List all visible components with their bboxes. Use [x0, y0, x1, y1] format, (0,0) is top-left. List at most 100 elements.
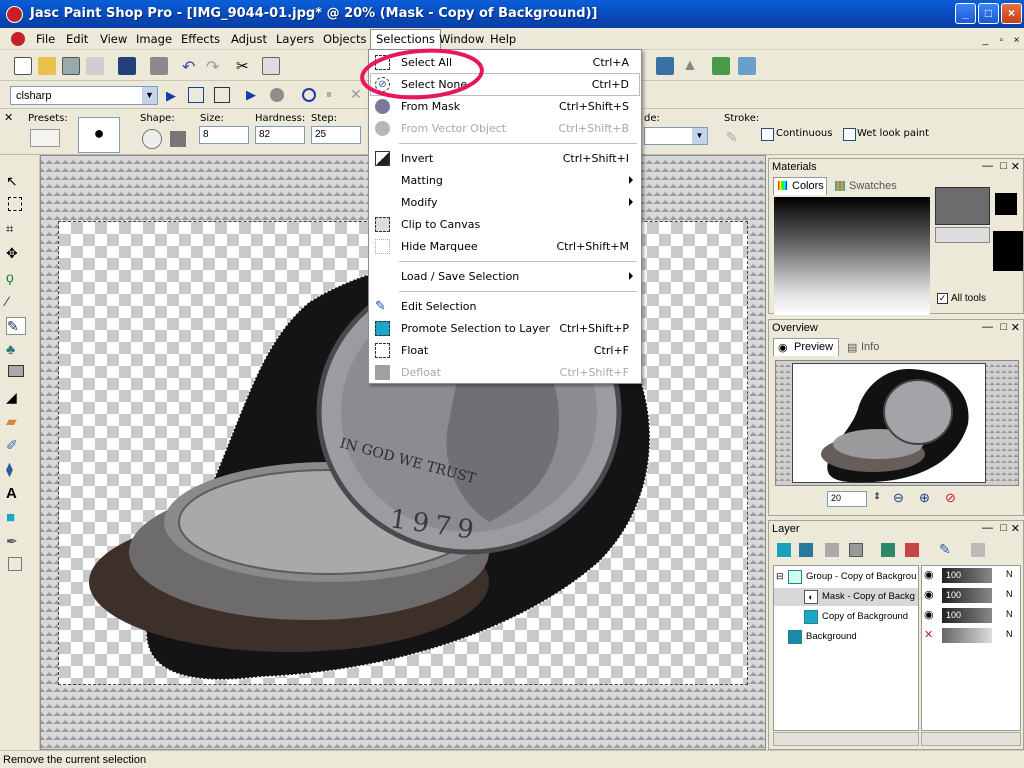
- new-raster-layer-icon[interactable]: [777, 543, 791, 557]
- blend-mode[interactable]: N: [1006, 629, 1013, 639]
- browse-icon[interactable]: [62, 57, 80, 75]
- copy-icon[interactable]: [262, 57, 280, 75]
- collapse-icon[interactable]: ⊟: [776, 571, 784, 582]
- pan-tool-icon[interactable]: ↖: [6, 173, 26, 191]
- mdi-restore-icon[interactable]: ▫: [995, 36, 1008, 47]
- panel-close-icon[interactable]: ✕: [1011, 321, 1020, 334]
- menu-item-load-save-selection[interactable]: Load / Save Selection: [371, 266, 639, 287]
- continuous-checkbox[interactable]: [761, 128, 774, 141]
- zoom-out-icon[interactable]: ⊖: [893, 490, 904, 506]
- scan-icon[interactable]: [86, 57, 104, 75]
- menu-item-promote-selection[interactable]: Promote Selection to Layer Ctrl+Shift+P: [371, 318, 639, 339]
- record-stop-icon[interactable]: [302, 88, 316, 102]
- menu-item-invert[interactable]: Invert Ctrl+Shift+I: [371, 148, 639, 169]
- menu-edit[interactable]: Edit: [66, 32, 88, 46]
- lasso-tool-icon[interactable]: ϙ: [6, 269, 26, 287]
- new-icon[interactable]: [14, 57, 32, 75]
- mdi-minimize-icon[interactable]: _: [979, 36, 992, 47]
- eye-icon[interactable]: ◉: [924, 568, 934, 581]
- close-button[interactable]: ×: [1001, 3, 1022, 24]
- zoom-field[interactable]: 20: [827, 491, 867, 507]
- toolbar-icon-c[interactable]: [712, 57, 730, 75]
- zoom-in-icon[interactable]: ⊕: [919, 490, 930, 506]
- panel-minimize-icon[interactable]: —: [982, 160, 993, 172]
- undo-icon[interactable]: ↶: [182, 57, 200, 76]
- selection-tool-icon[interactable]: [8, 197, 22, 211]
- background-mini-swatch[interactable]: [995, 193, 1017, 215]
- tab-colors[interactable]: Colors: [773, 177, 827, 195]
- run-interactive-icon[interactable]: ▶: [246, 87, 256, 103]
- smudge-tool-icon[interactable]: ✐: [6, 437, 26, 455]
- opacity-slider[interactable]: [942, 628, 992, 643]
- tab-info[interactable]: ▤ Info: [843, 339, 893, 355]
- menu-file[interactable]: File: [36, 32, 55, 46]
- move-tool-icon[interactable]: ✥: [6, 245, 26, 263]
- palette-close-icon[interactable]: ✕: [4, 111, 13, 124]
- round-shape-button[interactable]: [142, 129, 162, 149]
- foreground-swatch[interactable]: [935, 187, 990, 225]
- square-shape-button[interactable]: [170, 131, 186, 147]
- preset-shape-tool-icon[interactable]: ■: [6, 509, 26, 527]
- panel-close-icon[interactable]: ✕: [1011, 522, 1020, 535]
- layer-row[interactable]: Copy of Background: [774, 608, 918, 626]
- blend-mode-select[interactable]: ▼: [644, 127, 708, 145]
- eraser-tool-icon[interactable]: ▰: [6, 413, 26, 431]
- clone-tool-icon[interactable]: ♣: [6, 341, 26, 359]
- menu-effects[interactable]: Effects: [181, 32, 220, 46]
- dodge-tool-icon[interactable]: ◢: [6, 389, 26, 407]
- menu-item-edit-selection[interactable]: ✎ Edit Selection: [371, 296, 639, 317]
- app-icon[interactable]: [6, 6, 23, 23]
- style-buttons[interactable]: [935, 227, 990, 243]
- object-selector-icon[interactable]: [8, 557, 22, 571]
- menu-image[interactable]: Image: [136, 32, 172, 46]
- edit-mask-icon[interactable]: ✎: [939, 541, 951, 558]
- step-field[interactable]: 25: [311, 126, 361, 144]
- presets-button[interactable]: [30, 129, 60, 147]
- menu-item-clip-to-canvas[interactable]: Clip to Canvas: [371, 214, 639, 235]
- maximize-button[interactable]: □: [978, 3, 999, 24]
- pause-icon[interactable]: ⏸: [326, 87, 332, 102]
- crop-tool-icon[interactable]: ⌗: [6, 221, 26, 239]
- duplicate-layer-icon[interactable]: [881, 543, 895, 557]
- tab-swatches[interactable]: Swatches: [833, 178, 903, 194]
- layer-row[interactable]: Background: [774, 628, 918, 646]
- layer-row[interactable]: ◐ Mask - Copy of Backg: [774, 588, 918, 606]
- tab-preview[interactable]: ◉ Preview: [773, 338, 839, 356]
- opacity-slider[interactable]: 100: [942, 588, 992, 603]
- menu-item-modify[interactable]: Modify: [371, 192, 639, 213]
- delete-layer-icon[interactable]: [905, 543, 919, 557]
- fill-tool-icon[interactable]: ⧫: [6, 461, 26, 479]
- paint-brush-tool-icon[interactable]: ✎: [6, 317, 26, 335]
- record-icon[interactable]: [270, 88, 284, 102]
- opacity-slider[interactable]: 100: [942, 568, 992, 583]
- run-script-icon[interactable]: ▶: [166, 88, 176, 104]
- edit-script-icon[interactable]: [188, 87, 204, 103]
- print-icon[interactable]: [150, 57, 168, 75]
- replace-tool-icon[interactable]: [8, 365, 24, 377]
- overview-canvas[interactable]: [775, 360, 1019, 486]
- pen-tool-icon[interactable]: ✒: [6, 533, 26, 551]
- layer-row[interactable]: ⊟ Group - Copy of Backgrou: [774, 568, 918, 586]
- menu-view[interactable]: View: [100, 32, 127, 46]
- menu-item-matting[interactable]: Matting: [371, 170, 639, 191]
- redo-icon[interactable]: ↷: [206, 57, 224, 76]
- menu-adjust[interactable]: Adjust: [231, 32, 267, 46]
- chevron-down-icon[interactable]: ▼: [692, 128, 707, 144]
- wet-look-checkbox[interactable]: [843, 128, 856, 141]
- menu-help[interactable]: Help: [490, 32, 516, 46]
- doc-icon[interactable]: [11, 32, 25, 46]
- hardness-field[interactable]: 82: [255, 126, 305, 144]
- zoom-actual-icon[interactable]: ⊘: [945, 490, 956, 506]
- menu-item-float[interactable]: Float Ctrl+F: [371, 340, 639, 361]
- layer-props-scrollbar[interactable]: [921, 732, 1021, 746]
- layer-tree-scrollbar[interactable]: [773, 732, 919, 746]
- chevron-down-icon[interactable]: ▼: [142, 87, 157, 104]
- toolbar-icon-d[interactable]: [738, 57, 756, 75]
- script-output-icon[interactable]: [214, 87, 230, 103]
- panel-maximize-icon[interactable]: □: [1000, 321, 1007, 333]
- color-spectrum[interactable]: [774, 197, 930, 315]
- panel-maximize-icon[interactable]: □: [1000, 522, 1007, 534]
- zoom-spin-icon[interactable]: ⇕: [869, 491, 885, 507]
- panel-minimize-icon[interactable]: —: [982, 522, 993, 534]
- mdi-close-icon[interactable]: ×: [1010, 36, 1023, 47]
